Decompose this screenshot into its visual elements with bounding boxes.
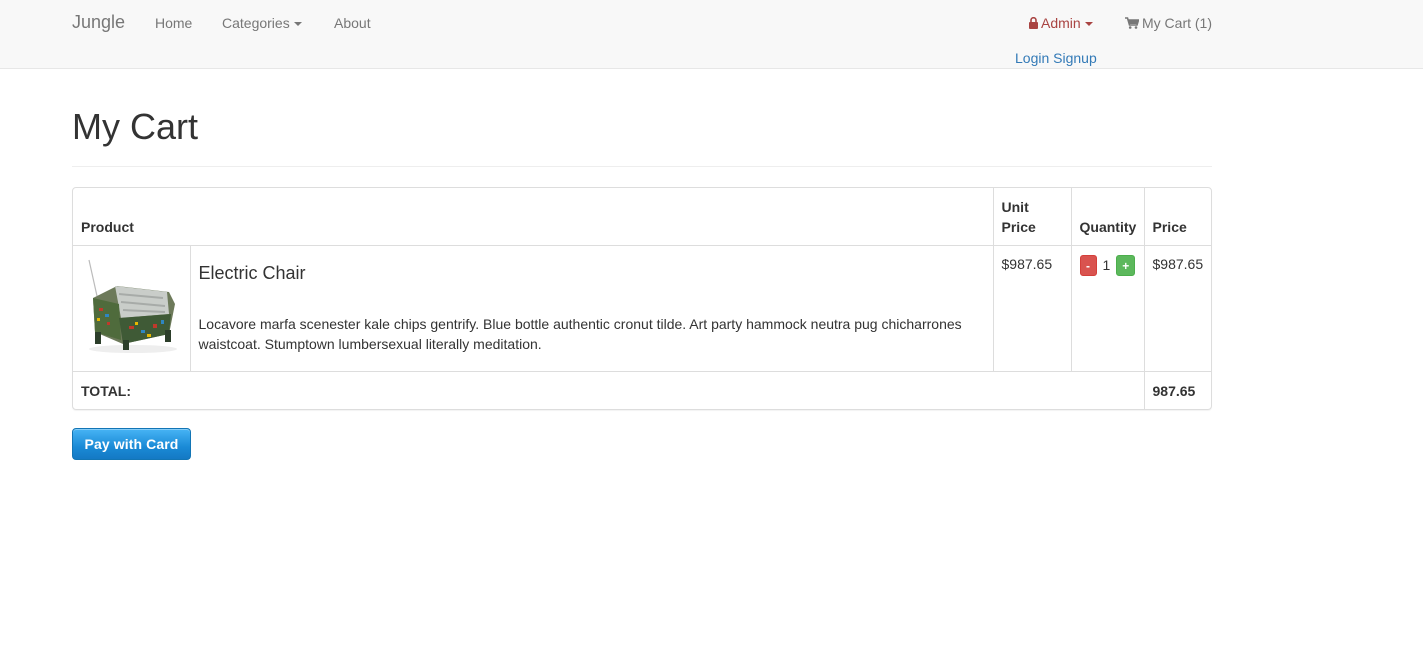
product-info-cell: Electric Chair Locavore marfa scenester … xyxy=(189,244,994,371)
nav-admin-dropdown[interactable]: Admin xyxy=(1029,15,1093,31)
caret-down-icon xyxy=(1084,22,1093,27)
total-row: TOTAL: 987.65 xyxy=(73,370,1211,409)
lock-icon xyxy=(1029,17,1038,29)
header-product: Product xyxy=(73,188,994,246)
unit-price-cell: $987.65 xyxy=(992,244,1072,371)
nav-admin-label: Admin xyxy=(1041,15,1081,31)
pay-with-card-button[interactable]: Pay with Card xyxy=(72,428,191,460)
caret-down-icon xyxy=(293,22,302,27)
total-value: 987.65 xyxy=(1143,370,1211,409)
page-title: My Cart xyxy=(72,106,198,147)
quantity-cell: - 1 + xyxy=(1070,244,1145,371)
table-row: Electric Chair Locavore marfa scenester … xyxy=(73,244,1211,371)
header-quantity: Quantity xyxy=(1070,188,1145,246)
total-label: TOTAL: xyxy=(73,370,1145,409)
product-name: Electric Chair xyxy=(198,262,306,283)
brand-link[interactable]: Jungle xyxy=(72,12,125,33)
product-image-cell xyxy=(73,244,191,371)
quantity-value: 1 xyxy=(1102,257,1111,273)
nav-about-link[interactable]: About xyxy=(334,15,371,31)
header-unit-price: Unit Price xyxy=(992,188,1072,246)
nav-categories-label: Categories xyxy=(222,15,290,31)
cart-table: Product Unit Price Quantity Price Electr… xyxy=(72,187,1212,410)
product-description: Locavore marfa scenester kale chips gent… xyxy=(198,315,962,352)
nav-cart-link[interactable]: My Cart (1) xyxy=(1125,15,1212,31)
navbar: Jungle Home Categories About Admin My Ca… xyxy=(0,0,1423,69)
price-cell: $987.65 xyxy=(1143,244,1211,371)
page-header: My Cart xyxy=(72,100,1212,167)
increase-quantity-button[interactable]: + xyxy=(1116,254,1136,276)
shopping-cart-icon xyxy=(1125,17,1139,29)
login-signup-link[interactable]: Login Signup xyxy=(1015,50,1097,66)
header-price: Price xyxy=(1143,188,1211,246)
nav-categories-dropdown[interactable]: Categories xyxy=(222,15,302,31)
table-header-row: Product Unit Price Quantity Price xyxy=(73,188,1211,246)
nav-home-link[interactable]: Home xyxy=(155,15,192,31)
quantity-stepper: - 1 + xyxy=(1079,254,1136,276)
product-image[interactable] xyxy=(83,251,181,356)
nav-cart-label: My Cart (1) xyxy=(1142,15,1212,31)
decrease-quantity-button[interactable]: - xyxy=(1079,254,1097,276)
cart-table-grid: Product Unit Price Quantity Price Electr… xyxy=(73,188,1211,409)
